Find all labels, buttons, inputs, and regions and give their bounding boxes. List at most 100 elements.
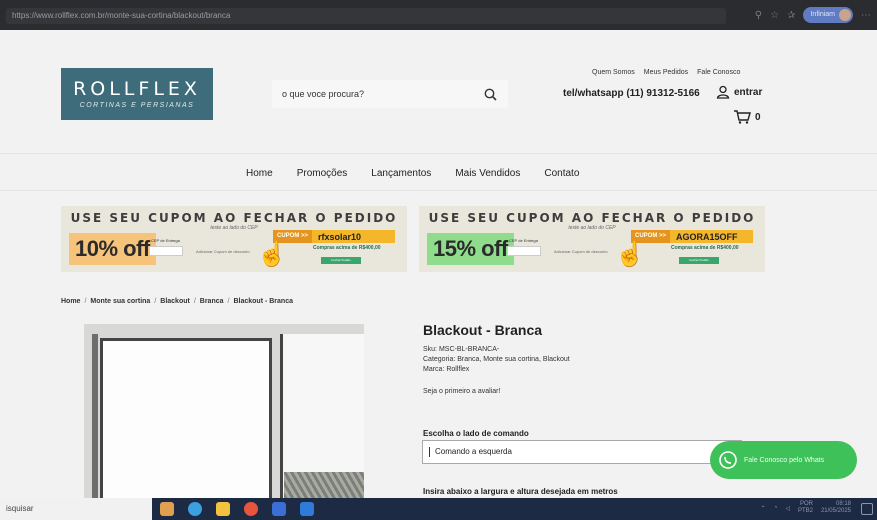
main-nav: Home Promoções Lançamentos Mais Vendidos… [246, 168, 579, 179]
browser-actions: ⚲ ☆ ✰ Infiniam ⋯ [755, 7, 871, 23]
address-bar[interactable]: https://www.rollflex.com.br/monte-sua-co… [6, 8, 726, 24]
product-brand: Marca: Rollflex [423, 366, 470, 373]
browser-toolbar: https://www.rollflex.com.br/monte-sua-co… [0, 0, 877, 30]
banner-button: Fechar Pedido [321, 257, 361, 264]
app-file-explorer-icon[interactable] [160, 502, 174, 516]
banner-coupon: CUPOM >> rfxsolar10 [273, 230, 395, 243]
plant-detail [284, 472, 364, 498]
banner-headline: USE SEU CUPOM AO FECHAR O PEDIDO [70, 211, 398, 225]
lang-indicator[interactable]: POR PTB2 [798, 501, 813, 515]
app-mail-icon[interactable] [300, 502, 314, 516]
app-chrome-icon[interactable] [244, 502, 258, 516]
banner-minimum: Compras acima de R$400,00 [671, 245, 739, 251]
banner-cep-label: CEP de Entrega [509, 238, 538, 243]
clock-time: 08:18 [835, 501, 851, 507]
app-folder-icon[interactable] [216, 502, 230, 516]
nav-contato[interactable]: Contato [544, 168, 579, 179]
product-title: Blackout - Branca [423, 322, 543, 338]
banner-cep-box [507, 246, 541, 256]
banner-cep-box [149, 246, 183, 256]
nav-divider [0, 190, 877, 191]
pointer-hand-icon: ☝ [257, 241, 287, 268]
logo-tagline: CORTINAS E PERSIANAS [79, 102, 195, 109]
coupon-code: rfxsolar10 [318, 231, 362, 242]
app-edge-icon[interactable] [188, 502, 202, 516]
link-meus-pedidos[interactable]: Meus Pedidos [644, 69, 688, 76]
web-page: ROLLFLEX CORTINAS E PERSIANAS Quem Somos… [0, 30, 877, 498]
lang-layout: PTB2 [797, 508, 813, 514]
banner-discount: 10% off [69, 233, 156, 265]
product-sku: Sku: MSC-BL-BRANCA- [423, 346, 500, 353]
command-side-label: Escolha o lado de comando [423, 429, 529, 438]
os-taskbar: isquisar ⌃ ◔ ◁ POR PTB2 08:18 21/05/2025 [0, 498, 877, 520]
breadcrumb-branca[interactable]: Branca [200, 298, 224, 305]
profile-button[interactable]: Infiniam [803, 7, 853, 23]
tray-wifi-icon[interactable]: ◔ [774, 505, 778, 511]
clock-date: 21/05/2025 [820, 508, 851, 514]
command-side-select[interactable]: Comando a esquerda [422, 440, 742, 464]
login-label: entrar [734, 86, 763, 98]
window-frame [92, 334, 98, 498]
whatsapp-label: Fale Conosco pelo Whats [744, 456, 825, 464]
search-input[interactable] [282, 87, 462, 101]
bookmark-star-icon[interactable]: ☆ [770, 10, 779, 21]
review-link[interactable]: Seja o primeiro a avaliar! [423, 388, 500, 395]
product-image[interactable] [84, 324, 364, 498]
whatsapp-icon [719, 451, 737, 469]
user-icon [716, 85, 730, 99]
header-divider [0, 153, 877, 154]
taskbar-search[interactable]: isquisar [0, 498, 152, 520]
banner-coupon: CUPOM >> AGORA15OFF [631, 230, 753, 243]
banner-cep-label: CEP de Entrega [151, 238, 180, 243]
link-fale-conosco[interactable]: Fale Conosco [697, 69, 740, 76]
system-tray: ⌃ ◔ ◁ POR PTB2 08:18 21/05/2025 [761, 501, 851, 515]
lang-code: POR [799, 501, 813, 507]
link-quem-somos[interactable]: Quem Somos [592, 69, 635, 76]
coupon-banner-10[interactable]: USE SEU CUPOM AO FECHAR O PEDIDO teste a… [61, 206, 407, 272]
tray-chevron-icon[interactable]: ⌃ [761, 505, 766, 512]
nav-promocoes[interactable]: Promoções [297, 168, 348, 179]
clock[interactable]: 08:18 21/05/2025 [821, 501, 851, 515]
logo-name: ROLLFLEX [73, 78, 201, 100]
site-logo[interactable]: ROLLFLEX CORTINAS E PERSIANAS [61, 68, 213, 120]
coupon-code: AGORA15OFF [676, 231, 738, 242]
breadcrumb-separator: / [84, 298, 87, 305]
coupon-banner-15[interactable]: USE SEU CUPOM AO FECHAR O PEDIDO teste a… [419, 206, 765, 272]
banner-button: Fechar Pedido [679, 257, 719, 264]
favorites-icon[interactable]: ✰ [787, 10, 795, 21]
breadcrumb: Home / Monte sua cortina / Blackout / Br… [61, 298, 293, 305]
extension-icon[interactable]: ⚲ [755, 10, 762, 21]
banner-headline: USE SEU CUPOM AO FECHAR O PEDIDO [428, 211, 756, 225]
nav-lancamentos[interactable]: Lançamentos [371, 168, 431, 179]
notifications-icon[interactable] [861, 503, 873, 515]
banner-calc-label: Adicionar Cupom de desconto [554, 249, 608, 254]
pointer-hand-icon: ☝ [615, 241, 645, 268]
breadcrumb-separator: / [227, 298, 230, 305]
banner-discount: 15% off [427, 233, 514, 265]
breadcrumb-blackout[interactable]: Blackout [160, 298, 190, 305]
app-store-icon[interactable] [272, 502, 286, 516]
tray-volume-icon[interactable]: ◁ [785, 505, 790, 512]
breadcrumb-home[interactable]: Home [61, 298, 80, 305]
cart-button[interactable]: 0 [733, 110, 761, 124]
phone-number[interactable]: tel/whatsapp (11) 91312-5166 [563, 88, 700, 99]
product-meta: Sku: MSC-BL-BRANCA- Categoria: Branca, M… [423, 345, 570, 375]
cart-count: 0 [755, 111, 761, 123]
more-menu-icon[interactable]: ⋯ [861, 10, 871, 21]
banner-calc-label: Adicionar Cupom de desconto [196, 249, 250, 254]
product-category: Categoria: Branca, Monte sua cortina, Bl… [423, 356, 570, 363]
search-icon [484, 88, 497, 101]
cart-icon [734, 110, 751, 124]
search-button[interactable] [480, 84, 500, 104]
blind-panel-left [100, 338, 272, 498]
login-button[interactable]: entrar [716, 85, 762, 99]
taskbar-apps [160, 502, 314, 516]
nav-home[interactable]: Home [246, 168, 273, 179]
banner-minimum: Compras acima de R$400,00 [313, 245, 381, 251]
breadcrumb-monte-sua-cortina[interactable]: Monte sua cortina [90, 298, 150, 305]
size-instructions: Insira abaixo a largura e altura desejad… [423, 487, 618, 496]
nav-mais-vendidos[interactable]: Mais Vendidos [455, 168, 520, 179]
breadcrumb-separator: / [154, 298, 157, 305]
whatsapp-button[interactable]: Fale Conosco pelo Whats [710, 441, 857, 479]
top-links: Quem Somos Meus Pedidos Fale Conosco [592, 69, 740, 76]
